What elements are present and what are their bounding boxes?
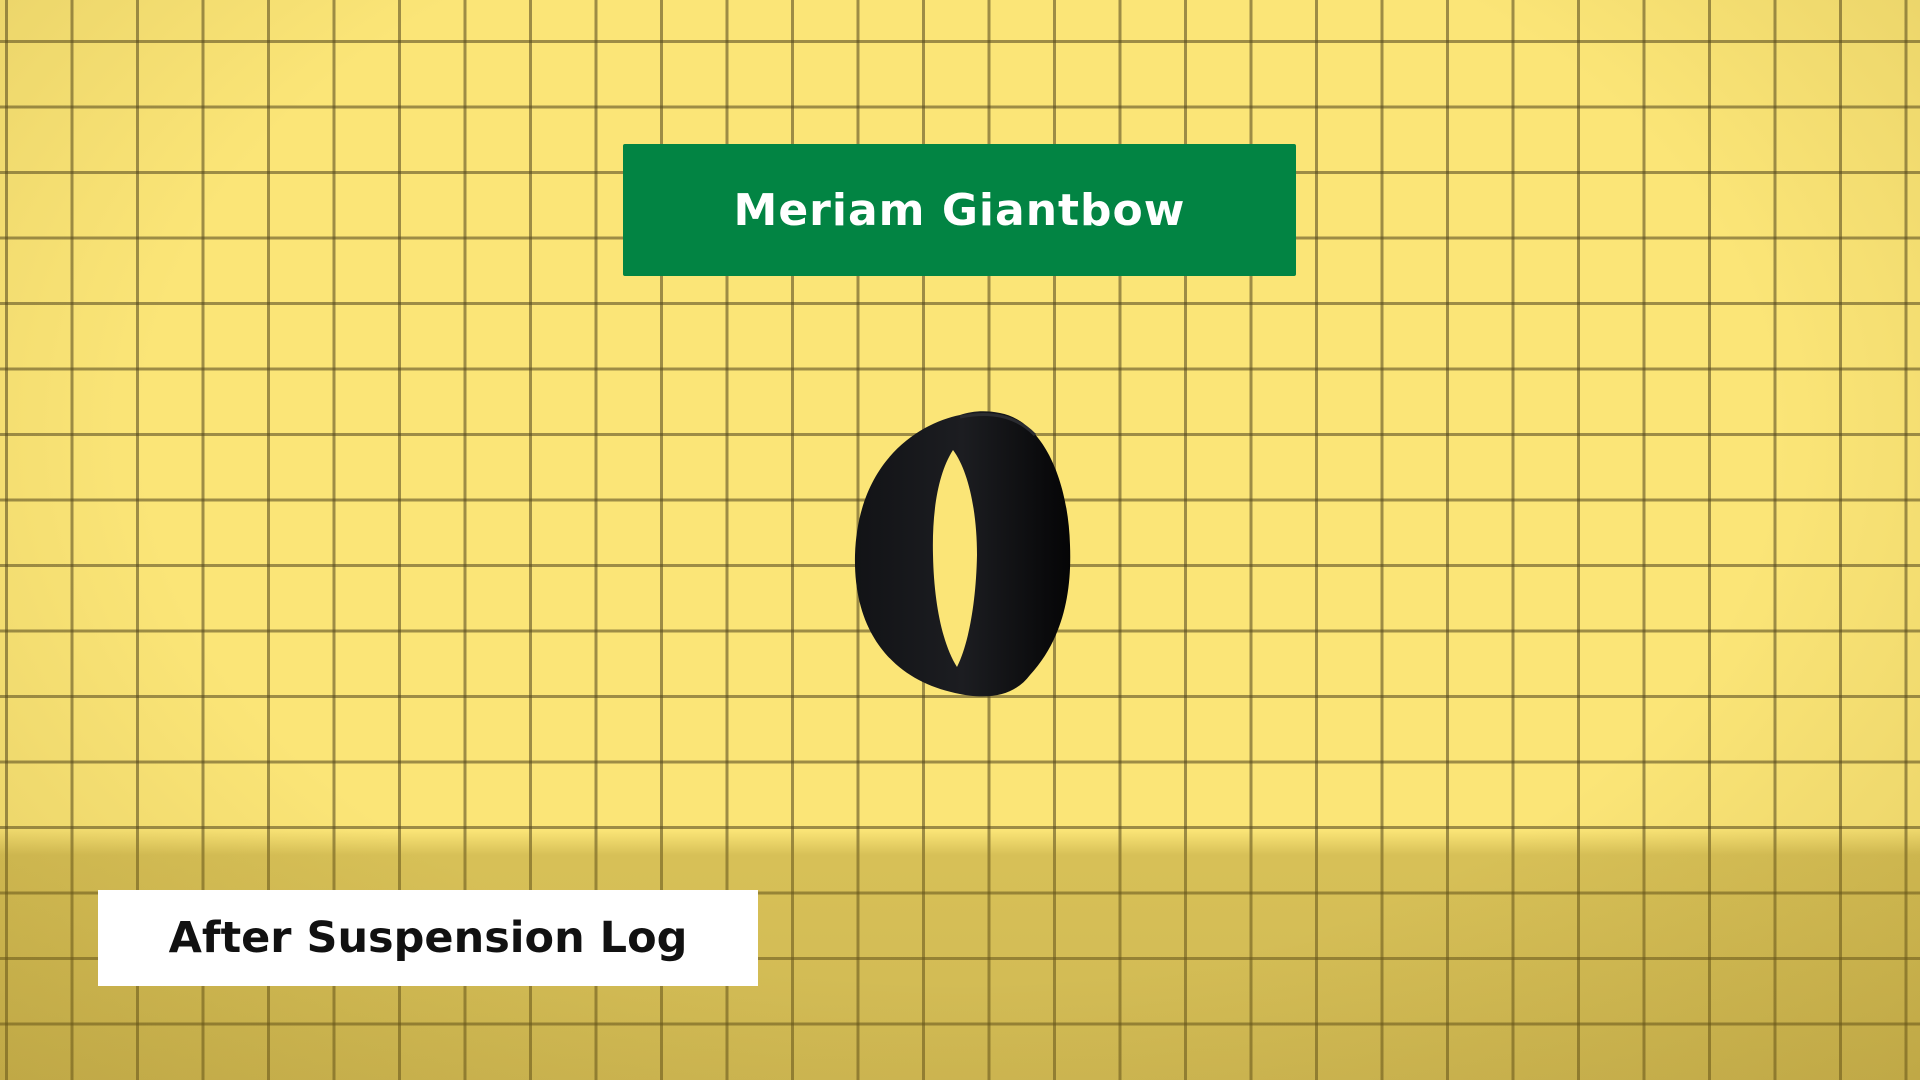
item-title-banner: Meriam Giantbow bbox=[623, 144, 1296, 276]
caption-box: After Suspension Log bbox=[98, 890, 758, 986]
item-name: Meriam Giantbow bbox=[733, 184, 1186, 236]
showcase-scene: Meriam Giantbow After Suspension Log bbox=[0, 0, 1920, 1080]
caption-label: After Suspension Log bbox=[168, 913, 688, 963]
black-ring-band-icon bbox=[854, 411, 1071, 697]
